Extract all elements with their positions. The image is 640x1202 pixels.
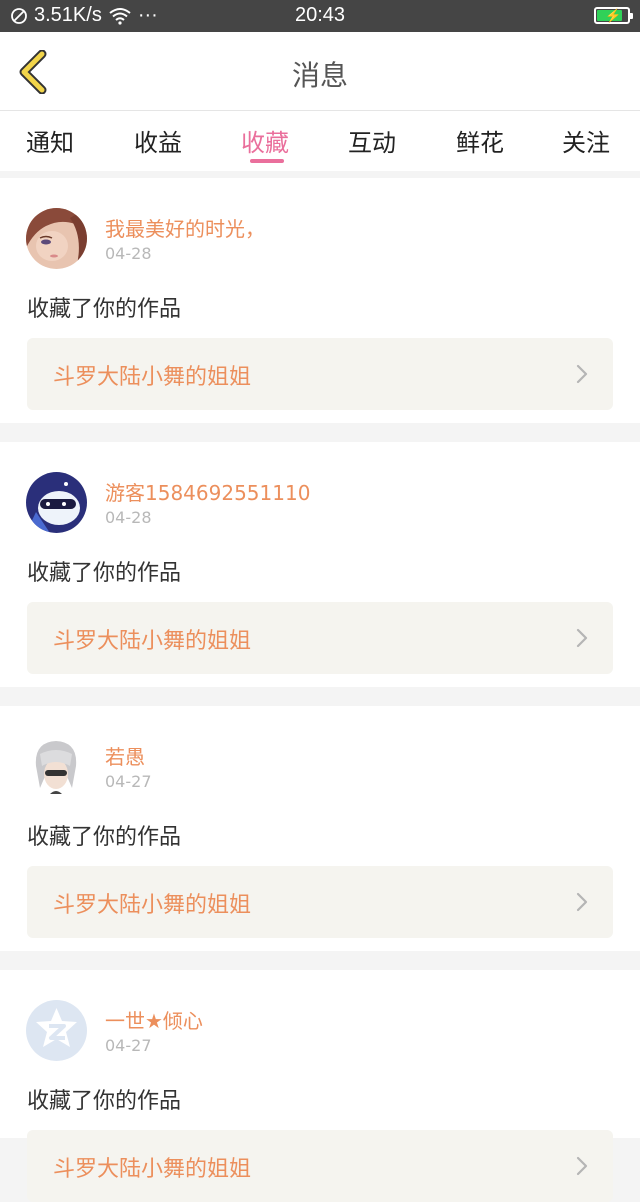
girl-avatar-icon: [26, 208, 87, 269]
date: 04-28: [105, 508, 152, 527]
work-title: 斗罗大陆小舞的姐姐: [53, 629, 252, 654]
tab-favorites[interactable]: 收藏: [241, 123, 289, 158]
action-text: 收藏了你的作品: [27, 825, 182, 850]
clock: 20:43: [294, 4, 346, 26]
work-link[interactable]: 斗罗大陆小舞的姐姐: [27, 866, 613, 938]
tab-notifications[interactable]: 通知: [26, 123, 74, 158]
tab-interactions[interactable]: 互动: [348, 123, 396, 158]
notification-card: 我最美好的时光， 04-28 收藏了你的作品 斗罗大陆小舞的姐姐: [0, 178, 640, 423]
chevron-right-icon: [576, 364, 588, 384]
default-avatar-icon: [26, 1000, 87, 1061]
work-link[interactable]: 斗罗大陆小舞的姐姐: [27, 1130, 613, 1202]
date: 04-27: [105, 772, 152, 791]
action-text: 收藏了你的作品: [27, 561, 182, 586]
battery-nub: [630, 13, 633, 19]
work-link[interactable]: 斗罗大陆小舞的姐姐: [27, 602, 613, 674]
notification-card: 游客1584692551110 04-28 收藏了你的作品 斗罗大陆小舞的姐姐: [0, 442, 640, 687]
user-name[interactable]: 游客1584692551110: [105, 477, 310, 506]
active-tab-indicator: [250, 159, 284, 163]
avatar[interactable]: [26, 736, 87, 797]
work-title: 斗罗大陆小舞的姐姐: [53, 365, 252, 390]
app-header: 消息: [0, 32, 640, 111]
chevron-right-icon: [576, 1156, 588, 1176]
user-name[interactable]: 我最美好的时光，: [105, 213, 265, 242]
page-title: 消息: [291, 59, 348, 92]
user-name[interactable]: 一世★倾心: [105, 1005, 203, 1034]
tab-bar: 通知 收益 收藏 互动 鲜花 关注: [0, 111, 640, 171]
charging-icon: ⚡: [605, 8, 622, 23]
avatar[interactable]: [26, 472, 87, 533]
tab-flowers[interactable]: 鲜花: [456, 123, 504, 158]
status-bar: 3.51K/s ··· 20:43 ⚡: [0, 0, 640, 32]
action-text: 收藏了你的作品: [27, 1089, 182, 1114]
tab-following[interactable]: 关注: [562, 123, 610, 158]
silver-hair-avatar-icon: [26, 736, 87, 797]
notification-card: 一世★倾心 04-27 收藏了你的作品 斗罗大陆小舞的姐姐: [0, 970, 640, 1202]
chevron-right-icon: [576, 628, 588, 648]
tab-earnings[interactable]: 收益: [134, 123, 182, 158]
avatar[interactable]: [26, 1000, 87, 1061]
work-title: 斗罗大陆小舞的姐姐: [53, 893, 252, 918]
robot-avatar-icon: [26, 472, 87, 533]
date: 04-27: [105, 1036, 152, 1055]
notification-card: 若愚 04-27 收藏了你的作品 斗罗大陆小舞的姐姐: [0, 706, 640, 951]
chevron-right-icon: [576, 892, 588, 912]
action-text: 收藏了你的作品: [27, 297, 182, 322]
date: 04-28: [105, 244, 152, 263]
work-link[interactable]: 斗罗大陆小舞的姐姐: [27, 338, 613, 410]
work-title: 斗罗大陆小舞的姐姐: [53, 1157, 252, 1182]
user-name[interactable]: 若愚: [105, 741, 145, 770]
battery-icon: ⚡: [594, 7, 633, 24]
avatar[interactable]: [26, 208, 87, 269]
